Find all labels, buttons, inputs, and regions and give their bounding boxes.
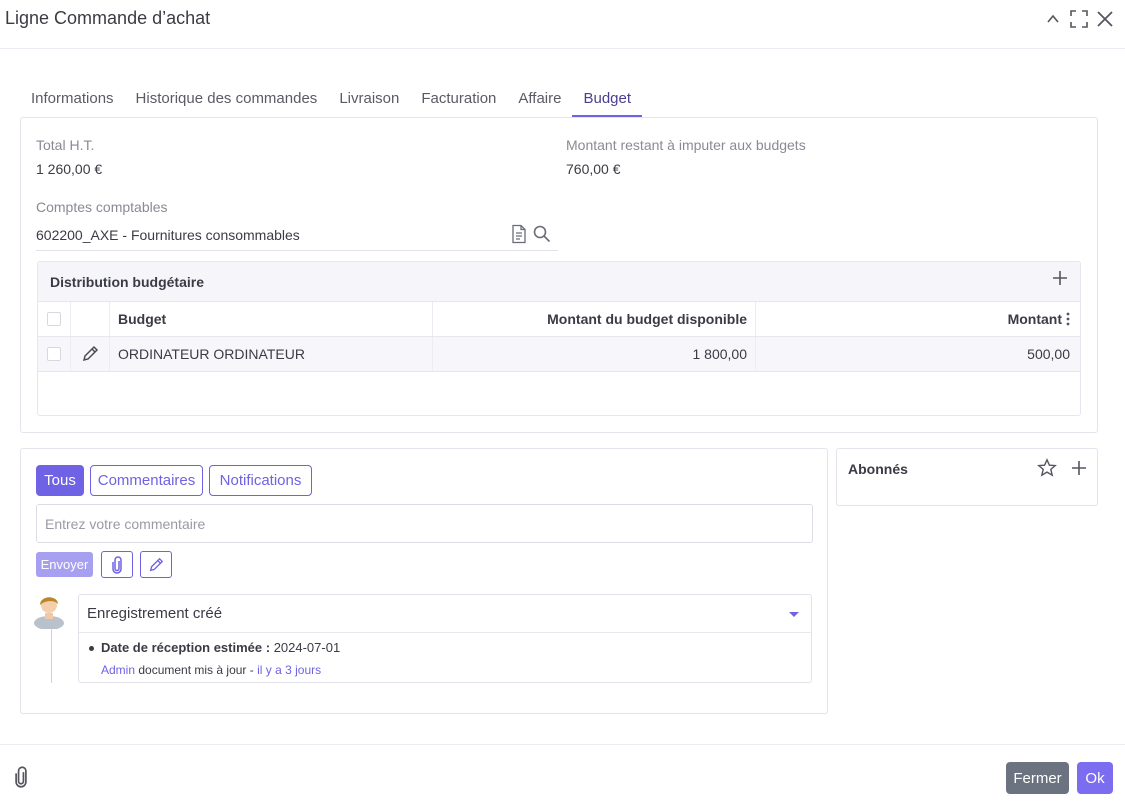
maximize-icon[interactable] bbox=[1069, 9, 1089, 29]
distribution-header: Distribution budgétaire bbox=[38, 262, 1080, 302]
tab-bar: Informations Historique des commandes Li… bbox=[20, 86, 643, 117]
followers-title: Abonnés bbox=[848, 461, 908, 477]
row-amount: 500,00 bbox=[1027, 346, 1070, 362]
edit-comment-button[interactable] bbox=[140, 551, 172, 578]
total-ht-label: Total H.T. bbox=[36, 137, 95, 153]
star-icon[interactable] bbox=[1037, 458, 1057, 481]
activity-meta: Admin document mis à jour - il y a 3 jou… bbox=[101, 663, 321, 677]
activity-change: Date de réception estimée : 2024-07-01 bbox=[101, 640, 340, 655]
ok-button[interactable]: Ok bbox=[1077, 762, 1113, 794]
column-header-amount[interactable]: Montant bbox=[756, 302, 1080, 336]
activity-card: Enregistrement créé Date de réception es… bbox=[78, 594, 812, 683]
document-icon[interactable] bbox=[510, 224, 528, 247]
filter-notifications[interactable]: Notifications bbox=[209, 465, 312, 496]
add-follower-icon[interactable] bbox=[1071, 458, 1087, 481]
comment-input[interactable] bbox=[36, 504, 813, 543]
attach-button[interactable] bbox=[101, 551, 133, 578]
dialog-title: Ligne Commande d’achat bbox=[5, 8, 211, 28]
tab-livraison[interactable]: Livraison bbox=[328, 86, 410, 117]
edit-column-header bbox=[71, 302, 110, 336]
tab-affaire[interactable]: Affaire bbox=[507, 86, 572, 117]
accounts-label: Comptes comptables bbox=[36, 199, 168, 215]
tab-facturation[interactable]: Facturation bbox=[410, 86, 507, 117]
budget-distribution: Distribution budgétaire Budget Montant d… bbox=[37, 261, 1081, 416]
caret-down-icon[interactable] bbox=[789, 612, 799, 617]
filter-comments[interactable]: Commentaires bbox=[90, 465, 203, 496]
dialog-footer: Fermer Ok bbox=[0, 744, 1125, 803]
remaining-label: Montant restant à imputer aux budgets bbox=[566, 137, 806, 153]
column-menu-icon[interactable] bbox=[1066, 311, 1070, 327]
followers-panel: Abonnés bbox=[836, 448, 1098, 506]
activity-action: document mis à jour - bbox=[138, 663, 254, 677]
accounts-field[interactable]: 602200_AXE - Fournitures consommables bbox=[36, 224, 558, 251]
row-checkbox[interactable] bbox=[38, 337, 71, 371]
search-icon[interactable] bbox=[532, 224, 552, 247]
activity-header[interactable]: Enregistrement créé bbox=[79, 595, 811, 633]
changed-field-label: Date de réception estimée : bbox=[101, 640, 271, 655]
total-ht-value: 1 260,00 € bbox=[36, 161, 103, 177]
tab-informations[interactable]: Informations bbox=[20, 86, 125, 117]
filter-all[interactable]: Tous bbox=[36, 465, 84, 496]
comments-panel: Tous Commentaires Notifications Envoyer … bbox=[20, 448, 828, 714]
followers-actions bbox=[1037, 458, 1087, 481]
remaining-value: 760,00 € bbox=[566, 161, 621, 177]
header-actions bbox=[1043, 9, 1115, 29]
column-header-amount-label: Montant bbox=[1007, 311, 1062, 327]
row-budget: ORDINATEUR ORDINATEUR bbox=[110, 337, 433, 371]
tab-historique-commandes[interactable]: Historique des commandes bbox=[125, 86, 329, 117]
table-header-row: Budget Montant du budget disponible Mont… bbox=[38, 302, 1080, 337]
activity-time[interactable]: il y a 3 jours bbox=[257, 663, 321, 677]
distribution-title: Distribution budgétaire bbox=[50, 274, 204, 290]
collapse-icon[interactable] bbox=[1043, 9, 1063, 29]
avatar bbox=[33, 591, 65, 630]
send-button[interactable]: Envoyer bbox=[36, 552, 93, 577]
paperclip-icon bbox=[110, 555, 124, 574]
column-header-budget[interactable]: Budget bbox=[110, 302, 433, 336]
table-row[interactable]: ORDINATEUR ORDINATEUR 1 800,00 500,00 bbox=[38, 337, 1080, 372]
changed-field-value: 2024-07-01 bbox=[273, 640, 341, 655]
add-icon[interactable] bbox=[1052, 270, 1068, 289]
column-header-available[interactable]: Montant du budget disponible bbox=[433, 302, 756, 336]
budget-panel: Total H.T. 1 260,00 € Montant restant à … bbox=[20, 117, 1098, 433]
row-available: 1 800,00 bbox=[433, 337, 756, 371]
close-icon[interactable] bbox=[1095, 9, 1115, 29]
paperclip-icon[interactable] bbox=[12, 766, 30, 791]
pencil-icon bbox=[148, 557, 164, 573]
author-link[interactable]: Admin bbox=[101, 663, 135, 677]
activity-title: Enregistrement créé bbox=[87, 605, 223, 622]
pencil-icon[interactable] bbox=[71, 337, 110, 371]
accounts-value: 602200_AXE - Fournitures consommables bbox=[36, 227, 300, 243]
dialog-header: Ligne Commande d’achat bbox=[0, 0, 1125, 49]
accounts-field-actions bbox=[510, 224, 552, 247]
tab-budget[interactable]: Budget bbox=[572, 86, 643, 117]
close-button[interactable]: Fermer bbox=[1006, 762, 1069, 794]
bullet bbox=[89, 646, 94, 651]
select-all-checkbox[interactable] bbox=[38, 302, 71, 336]
